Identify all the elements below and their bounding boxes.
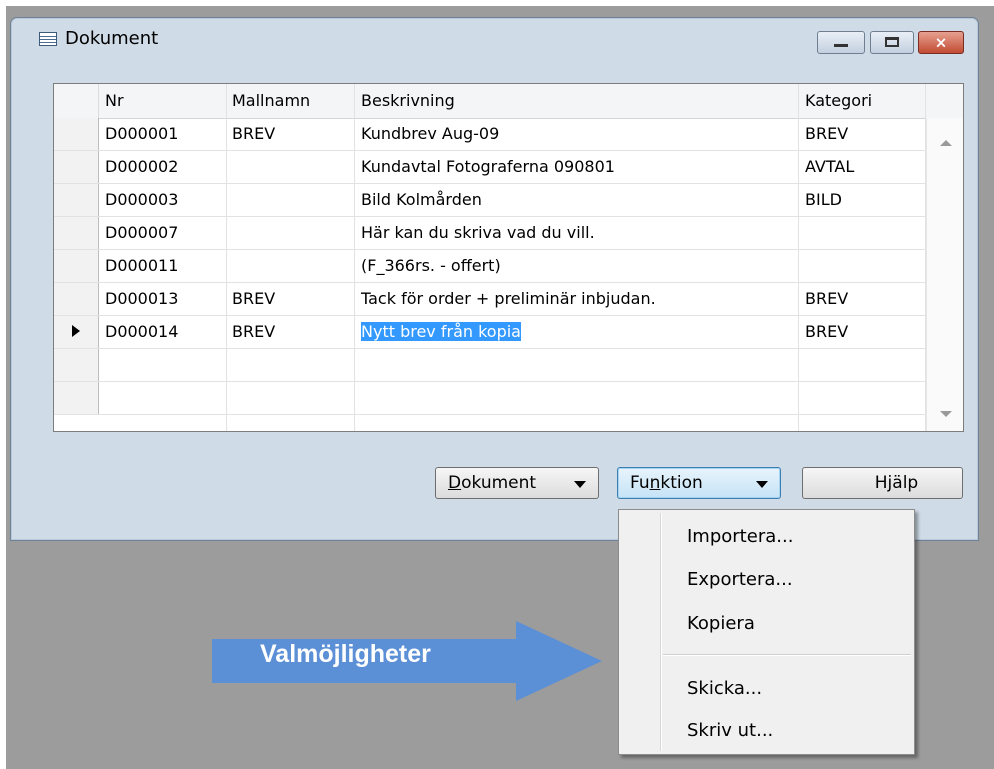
document-grid[interactable]: Nr Mallnamn Beskrivning Kategori D000001… (53, 83, 964, 432)
row-selector[interactable] (54, 283, 99, 315)
cell-nr[interactable]: D000014 (105, 316, 178, 348)
vertical-scrollbar[interactable] (926, 118, 963, 431)
maximize-icon (885, 37, 899, 47)
cell-text: D000011 (105, 256, 179, 275)
column-header-nr[interactable]: Nr (105, 84, 124, 118)
cell-text: D000003 (105, 190, 179, 209)
row-selector[interactable] (54, 349, 99, 381)
cell-text: Nytt brev från kopia (361, 322, 521, 341)
cell-nr[interactable]: D000002 (105, 151, 178, 183)
cell-text: Här kan du skriva vad du vill. (361, 223, 595, 242)
cell-nr[interactable]: D000001 (105, 118, 178, 150)
row-selector-header[interactable] (54, 84, 99, 118)
cell-text: D000001 (105, 124, 179, 143)
menu-item-exportera[interactable]: Exportera... (687, 569, 793, 590)
cell-mallnamn[interactable]: BREV (232, 283, 275, 315)
cell-mallnamn[interactable]: BREV (232, 118, 275, 150)
table-row[interactable]: D000011 (F_366rs. - offert) (54, 250, 926, 283)
table-icon (39, 32, 57, 46)
row-selector[interactable] (54, 217, 99, 249)
cell-nr[interactable]: D000007 (105, 217, 178, 249)
table-row[interactable]: D000013 BREV Tack för order + preliminär i… (54, 283, 926, 316)
cell-beskrivning[interactable]: Kundbrev Aug-09 (361, 118, 499, 150)
cell-beskrivning[interactable]: Tack för order + preliminär inbjudan. (361, 283, 656, 315)
cell-text: Kundbrev Aug-09 (361, 124, 500, 143)
cell-text: D000002 (105, 157, 179, 176)
cell-kategori[interactable]: BREV (805, 316, 848, 348)
chevron-down-icon (756, 481, 768, 488)
menu-separator (663, 654, 911, 656)
table-row[interactable]: D000003 Bild Kolmården BILD (54, 184, 926, 217)
row-selector[interactable] (54, 151, 99, 183)
cell-text: BILD (805, 190, 842, 209)
title-bar[interactable]: Dokument × (11, 18, 978, 58)
menu-item-skriv-ut[interactable]: Skriv ut... (687, 720, 773, 741)
cell-mallnamn[interactable]: BREV (232, 316, 275, 348)
cell-text: (F_366rs. - offert) (361, 256, 501, 275)
table-row[interactable]: D000002 Kundavtal Fotograferna 090801 AVTA… (54, 151, 926, 184)
help-button[interactable]: Hjälp (802, 467, 963, 499)
cell-kategori[interactable]: BREV (805, 118, 848, 150)
cell-text: BREV (232, 322, 276, 341)
column-header-beskrivning[interactable]: Beskrivning (361, 84, 455, 118)
cell-beskrivning[interactable]: Nytt brev från kopia (361, 316, 521, 348)
row-selector[interactable] (54, 316, 99, 348)
cell-nr[interactable]: D000011 (105, 250, 178, 282)
funktion-dropdown-menu: Importera... Exportera... Kopiera Skicka… (618, 509, 915, 755)
help-button-label: Hjälp (874, 473, 919, 493)
table-row[interactable] (54, 349, 926, 382)
cell-nr[interactable]: D000013 (105, 283, 178, 315)
column-header-mallnamn[interactable]: Mallnamn (232, 84, 310, 118)
dokument-button-label: Dokument (448, 473, 537, 493)
close-icon: × (934, 33, 948, 51)
column-header-kategori[interactable]: Kategori (805, 84, 872, 118)
cell-beskrivning[interactable]: Här kan du skriva vad du vill. (361, 217, 595, 249)
table-row[interactable]: D000014 BREV Nytt brev från kopia BREV (54, 316, 926, 349)
chevron-down-icon (574, 481, 586, 488)
minimize-icon (834, 44, 848, 47)
cell-text: BREV (805, 124, 849, 143)
row-selector[interactable] (54, 382, 99, 414)
cell-beskrivning[interactable]: Bild Kolmården (361, 184, 482, 216)
callout-label: Valmöjligheter (260, 640, 431, 668)
minimize-button[interactable] (817, 31, 865, 54)
scroll-up-icon[interactable] (940, 140, 952, 146)
cell-text: BREV (805, 289, 849, 308)
grid-header: Nr Mallnamn Beskrivning Kategori (54, 84, 963, 119)
cell-text: D000014 (105, 322, 179, 341)
close-button[interactable]: × (918, 31, 964, 54)
menu-icon-gutter (660, 513, 662, 751)
cell-beskrivning[interactable]: Kundavtal Fotograferna 090801 (361, 151, 615, 183)
funktion-menu-button[interactable]: Funktion (617, 467, 781, 499)
window-title: Dokument (65, 28, 159, 49)
table-row[interactable] (54, 382, 926, 415)
current-row-marker-icon (72, 325, 80, 337)
cell-text: BREV (805, 322, 849, 341)
menu-item-kopiera[interactable]: Kopiera (687, 613, 755, 634)
cell-kategori[interactable]: BREV (805, 283, 848, 315)
cell-beskrivning[interactable]: (F_366rs. - offert) (361, 250, 501, 282)
scroll-down-icon[interactable] (940, 411, 952, 417)
cell-text: BREV (232, 124, 276, 143)
cell-text: Kundavtal Fotograferna 090801 (361, 157, 615, 176)
cell-text: D000013 (105, 289, 179, 308)
menu-item-skicka[interactable]: Skicka... (687, 678, 762, 699)
maximize-button[interactable] (870, 31, 914, 54)
row-selector[interactable] (54, 118, 99, 150)
cell-text: D000007 (105, 223, 179, 242)
dokument-menu-button[interactable]: Dokument (435, 467, 599, 499)
funktion-button-label: Funktion (630, 473, 703, 493)
cell-kategori[interactable]: AVTAL (805, 151, 854, 183)
cell-text: AVTAL (805, 157, 855, 176)
table-row[interactable]: D000001 BREV Kundbrev Aug-09 BREV (54, 118, 926, 151)
cell-text: BREV (232, 289, 276, 308)
table-row[interactable]: D000007 Här kan du skriva vad du vill. (54, 217, 926, 250)
row-selector[interactable] (54, 250, 99, 282)
cell-text: Bild Kolmården (361, 190, 482, 209)
cell-nr[interactable]: D000003 (105, 184, 178, 216)
menu-item-importera[interactable]: Importera... (687, 526, 793, 547)
row-selector[interactable] (54, 184, 99, 216)
cell-kategori[interactable]: BILD (805, 184, 842, 216)
cell-text: Tack för order + preliminär inbjudan. (361, 289, 656, 308)
